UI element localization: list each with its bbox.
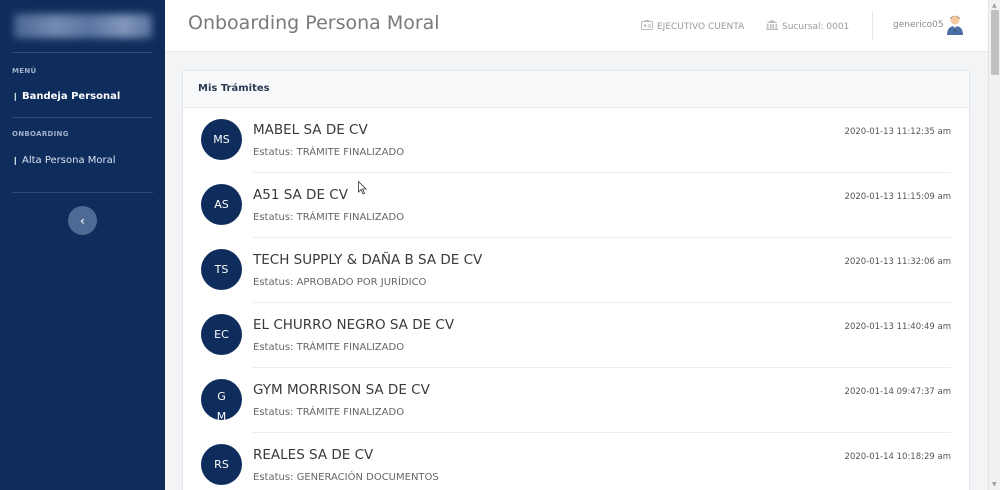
tramite-timestamp: 2020-01-13 11:15:09 am <box>844 192 951 202</box>
initials-avatar: RS <box>201 444 242 485</box>
top-header: Onboarding Persona Moral EJECUTIVO CUENT… <box>165 0 988 52</box>
pin-icon: ❙ <box>12 156 19 165</box>
initials-avatar: AS <box>201 184 242 225</box>
tramite-status: Estatus: TRÁMITE FINALIZADO <box>253 147 405 158</box>
company-name: GYM MORRISON SA DE CV <box>253 382 430 398</box>
scroll-down-arrow-icon[interactable]: ▼ <box>992 481 997 488</box>
tramite-row[interactable]: RS REALES SA DE CV Estatus: GENERACIÓN D… <box>183 433 969 490</box>
user-avatar-icon[interactable] <box>946 14 964 36</box>
tramite-timestamp: 2020-01-13 11:12:35 am <box>844 127 951 137</box>
tramite-status: Estatus: APROBADO POR JURÍDICO <box>253 277 427 288</box>
chevron-left-icon: ‹ <box>80 213 85 228</box>
initials-avatar: MS <box>201 119 242 160</box>
company-name: TECH SUPPLY & DAÑA B SA DE CV <box>253 252 483 268</box>
tramite-status: Estatus: GENERACIÓN DOCUMENTOS <box>253 472 439 483</box>
page-scrollbar[interactable]: ▲ ▼ <box>988 0 1000 490</box>
tramite-timestamp: 2020-01-13 11:40:49 am <box>844 322 951 332</box>
id-card-icon <box>641 20 653 33</box>
card-title: Mis Trámites <box>198 83 270 94</box>
initials-avatar: EC <box>201 314 242 355</box>
brand-logo[interactable] <box>0 0 165 52</box>
sidebar-divider <box>12 52 153 53</box>
page-title: Onboarding Persona Moral <box>188 12 440 34</box>
card-header: Mis Trámites <box>183 71 969 108</box>
tramite-timestamp: 2020-01-14 09:47:37 am <box>844 387 951 397</box>
initials-avatar: TS <box>201 249 242 290</box>
sucursal-label: Sucursal: 0001 <box>782 21 850 32</box>
tramite-row[interactable]: TS TECH SUPPLY & DAÑA B SA DE CV Estatus… <box>183 238 969 303</box>
header-separator <box>872 12 873 40</box>
bank-icon <box>766 20 778 33</box>
company-name: REALES SA DE CV <box>253 447 374 463</box>
sidebar-item-bandeja-personal[interactable]: ❙ Bandeja Personal <box>12 91 120 102</box>
sidebar-divider <box>12 117 153 118</box>
sidebar-section-menu: MENÚ <box>12 67 37 75</box>
tramite-status: Estatus: TRÁMITE FINALIZADO <box>253 407 405 418</box>
sidebar-section-onboarding: ONBOARDING <box>12 130 69 138</box>
scroll-up-arrow-icon[interactable]: ▲ <box>992 2 997 9</box>
tramite-timestamp: 2020-01-13 11:32:06 am <box>844 257 951 267</box>
scrollbar-thumb[interactable] <box>991 10 999 75</box>
sidebar-item-alta-persona-moral[interactable]: ❙ Alta Persona Moral <box>12 155 116 166</box>
sidebar-item-label: Bandeja Personal <box>22 91 121 102</box>
tramite-row[interactable]: EC EL CHURRO NEGRO SA DE CV Estatus: TRÁ… <box>183 303 969 368</box>
ejecutivo-cuenta: EJECUTIVO CUENTA <box>641 20 744 33</box>
tramites-card: Mis Trámites MS MABEL SA DE CV Estatus: … <box>182 70 970 490</box>
sidebar-divider <box>12 192 153 193</box>
tramite-row[interactable]: GM GYM MORRISON SA DE CV Estatus: TRÁMIT… <box>183 368 969 433</box>
username[interactable]: generico05 <box>893 20 944 30</box>
company-name: EL CHURRO NEGRO SA DE CV <box>253 317 455 333</box>
sidebar-collapse-button[interactable]: ‹ <box>68 206 97 235</box>
tramite-timestamp: 2020-01-14 10:18:29 am <box>844 452 951 462</box>
initials-avatar: GM <box>201 379 242 420</box>
tramite-status: Estatus: TRÁMITE FINALIZADO <box>253 212 405 223</box>
tramite-row[interactable]: MS MABEL SA DE CV Estatus: TRÁMITE FINAL… <box>183 108 969 173</box>
company-name: MABEL SA DE CV <box>253 122 368 138</box>
tramite-status: Estatus: TRÁMITE FINALIZADO <box>253 342 405 353</box>
company-name: A51 SA DE CV <box>253 187 348 203</box>
blurred-logo-image <box>14 14 152 38</box>
sidebar-item-label: Alta Persona Moral <box>22 155 116 166</box>
tramite-row[interactable]: AS A51 SA DE CV Estatus: TRÁMITE FINALIZ… <box>183 173 969 238</box>
ejecutivo-label: EJECUTIVO CUENTA <box>657 21 745 32</box>
sidebar: MENÚ ❙ Bandeja Personal ONBOARDING ❙ Alt… <box>0 0 165 490</box>
mouse-cursor-icon <box>358 180 368 195</box>
sucursal-info: Sucursal: 0001 <box>766 20 849 33</box>
pin-icon: ❙ <box>12 92 19 101</box>
